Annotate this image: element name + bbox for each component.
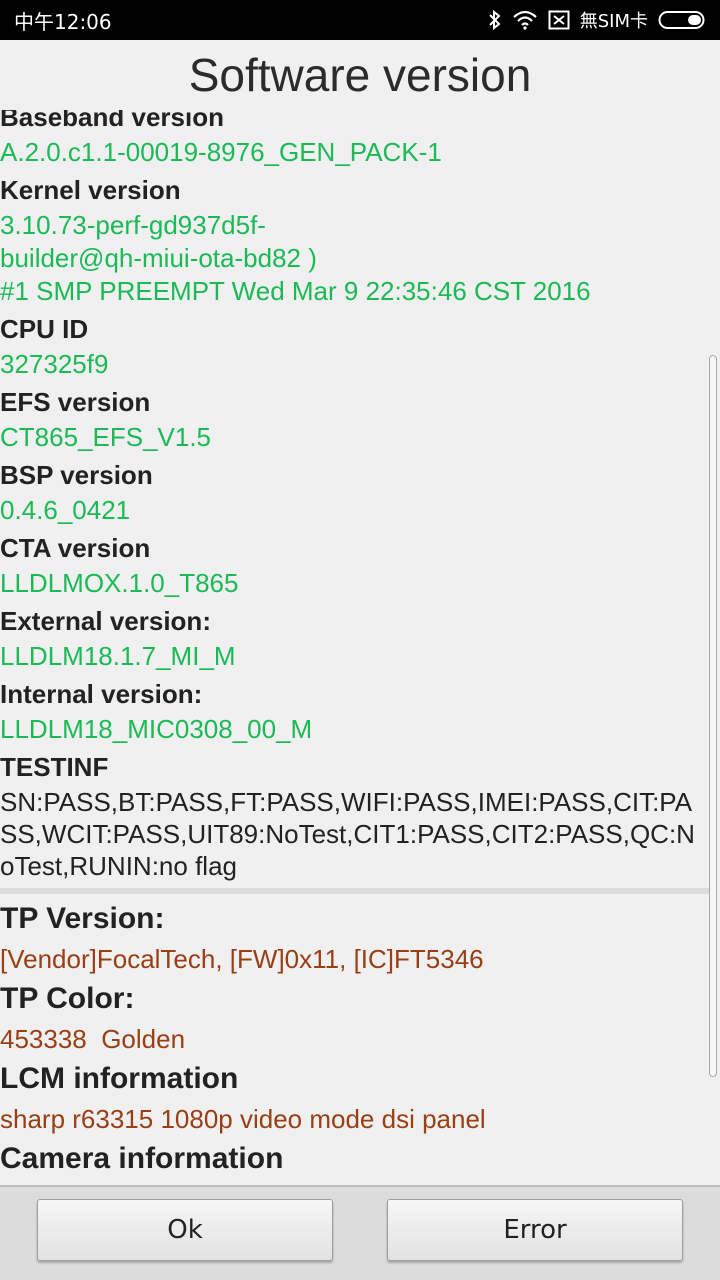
no-sim-icon (548, 10, 570, 30)
kernel-value: 3.10.73-perf-gd937d5f- builder@qh-miui-o… (0, 209, 712, 310)
ok-button[interactable]: Ok (37, 1199, 333, 1261)
external-version-label: External version: (0, 606, 211, 636)
kernel-label: Kernel version (0, 175, 181, 205)
sim-status-label: 無SIM卡 (579, 11, 648, 32)
tp-color-value: 453338 Golden (0, 1024, 186, 1054)
lcm-label: LCM information (0, 1062, 239, 1095)
cta-value: LLDLMOX.1.0_T865 (0, 568, 239, 598)
testinf-label: TESTINF (0, 752, 109, 782)
scrollbar[interactable] (709, 355, 717, 1077)
efs-label: EFS version (0, 387, 151, 417)
kernel-line: #1 SMP PREEMPT Wed Mar 9 22:35:46 CST 20… (0, 276, 591, 306)
cpu-id-value: 327325f9 (0, 349, 109, 379)
cta-label: CTA version (0, 533, 151, 563)
testinf-value: SN:PASS,BT:PASS,FT:PASS,WIFI:PASS,IMEI:P… (0, 787, 695, 881)
info-list: Baseband version A.2.0.c1.1-00019-8976_G… (0, 98, 712, 1180)
camera-label: Camera information (0, 1142, 284, 1175)
battery-icon (658, 10, 706, 30)
status-bar: 中午12:06 無SIM卡 (0, 0, 720, 40)
efs-value: CT865_EFS_V1.5 (0, 422, 212, 452)
bsp-label: BSP version (0, 460, 153, 490)
kernel-line: builder@qh-miui-ota-bd82 ) (0, 243, 317, 273)
internal-version-label: Internal version: (0, 679, 203, 709)
tp-color-label: TP Color: (0, 982, 135, 1015)
wifi-icon (512, 10, 538, 30)
kernel-line: 3.10.73-perf-gd937d5f- (0, 210, 266, 240)
tp-version-label: TP Version: (0, 902, 165, 935)
tp-version-value: [Vendor]FocalTech, [FW]0x11, [IC]FT5346 (0, 944, 484, 974)
internal-version-value: LLDLM18_MIC0308_00_M (0, 714, 313, 744)
external-version-value: LLDLM18.1.7_MI_M (0, 641, 236, 671)
cpu-id-label: CPU ID (0, 314, 89, 344)
button-bar: Ok Error (0, 1185, 720, 1280)
section-divider (0, 888, 712, 894)
bsp-value: 0.4.6_0421 (0, 495, 131, 525)
page-title: Software version (0, 40, 720, 110)
scroll-viewport[interactable]: Baseband version A.2.0.c1.1-00019-8976_G… (0, 0, 720, 1185)
clock: 中午12:06 (14, 9, 112, 34)
error-button[interactable]: Error (387, 1199, 683, 1261)
status-icons: 無SIM卡 (488, 7, 706, 33)
baseband-value: A.2.0.c1.1-00019-8976_GEN_PACK-1 (0, 137, 442, 167)
bluetooth-icon (488, 9, 502, 31)
lcm-value: sharp r63315 1080p video mode dsi panel (0, 1104, 486, 1134)
